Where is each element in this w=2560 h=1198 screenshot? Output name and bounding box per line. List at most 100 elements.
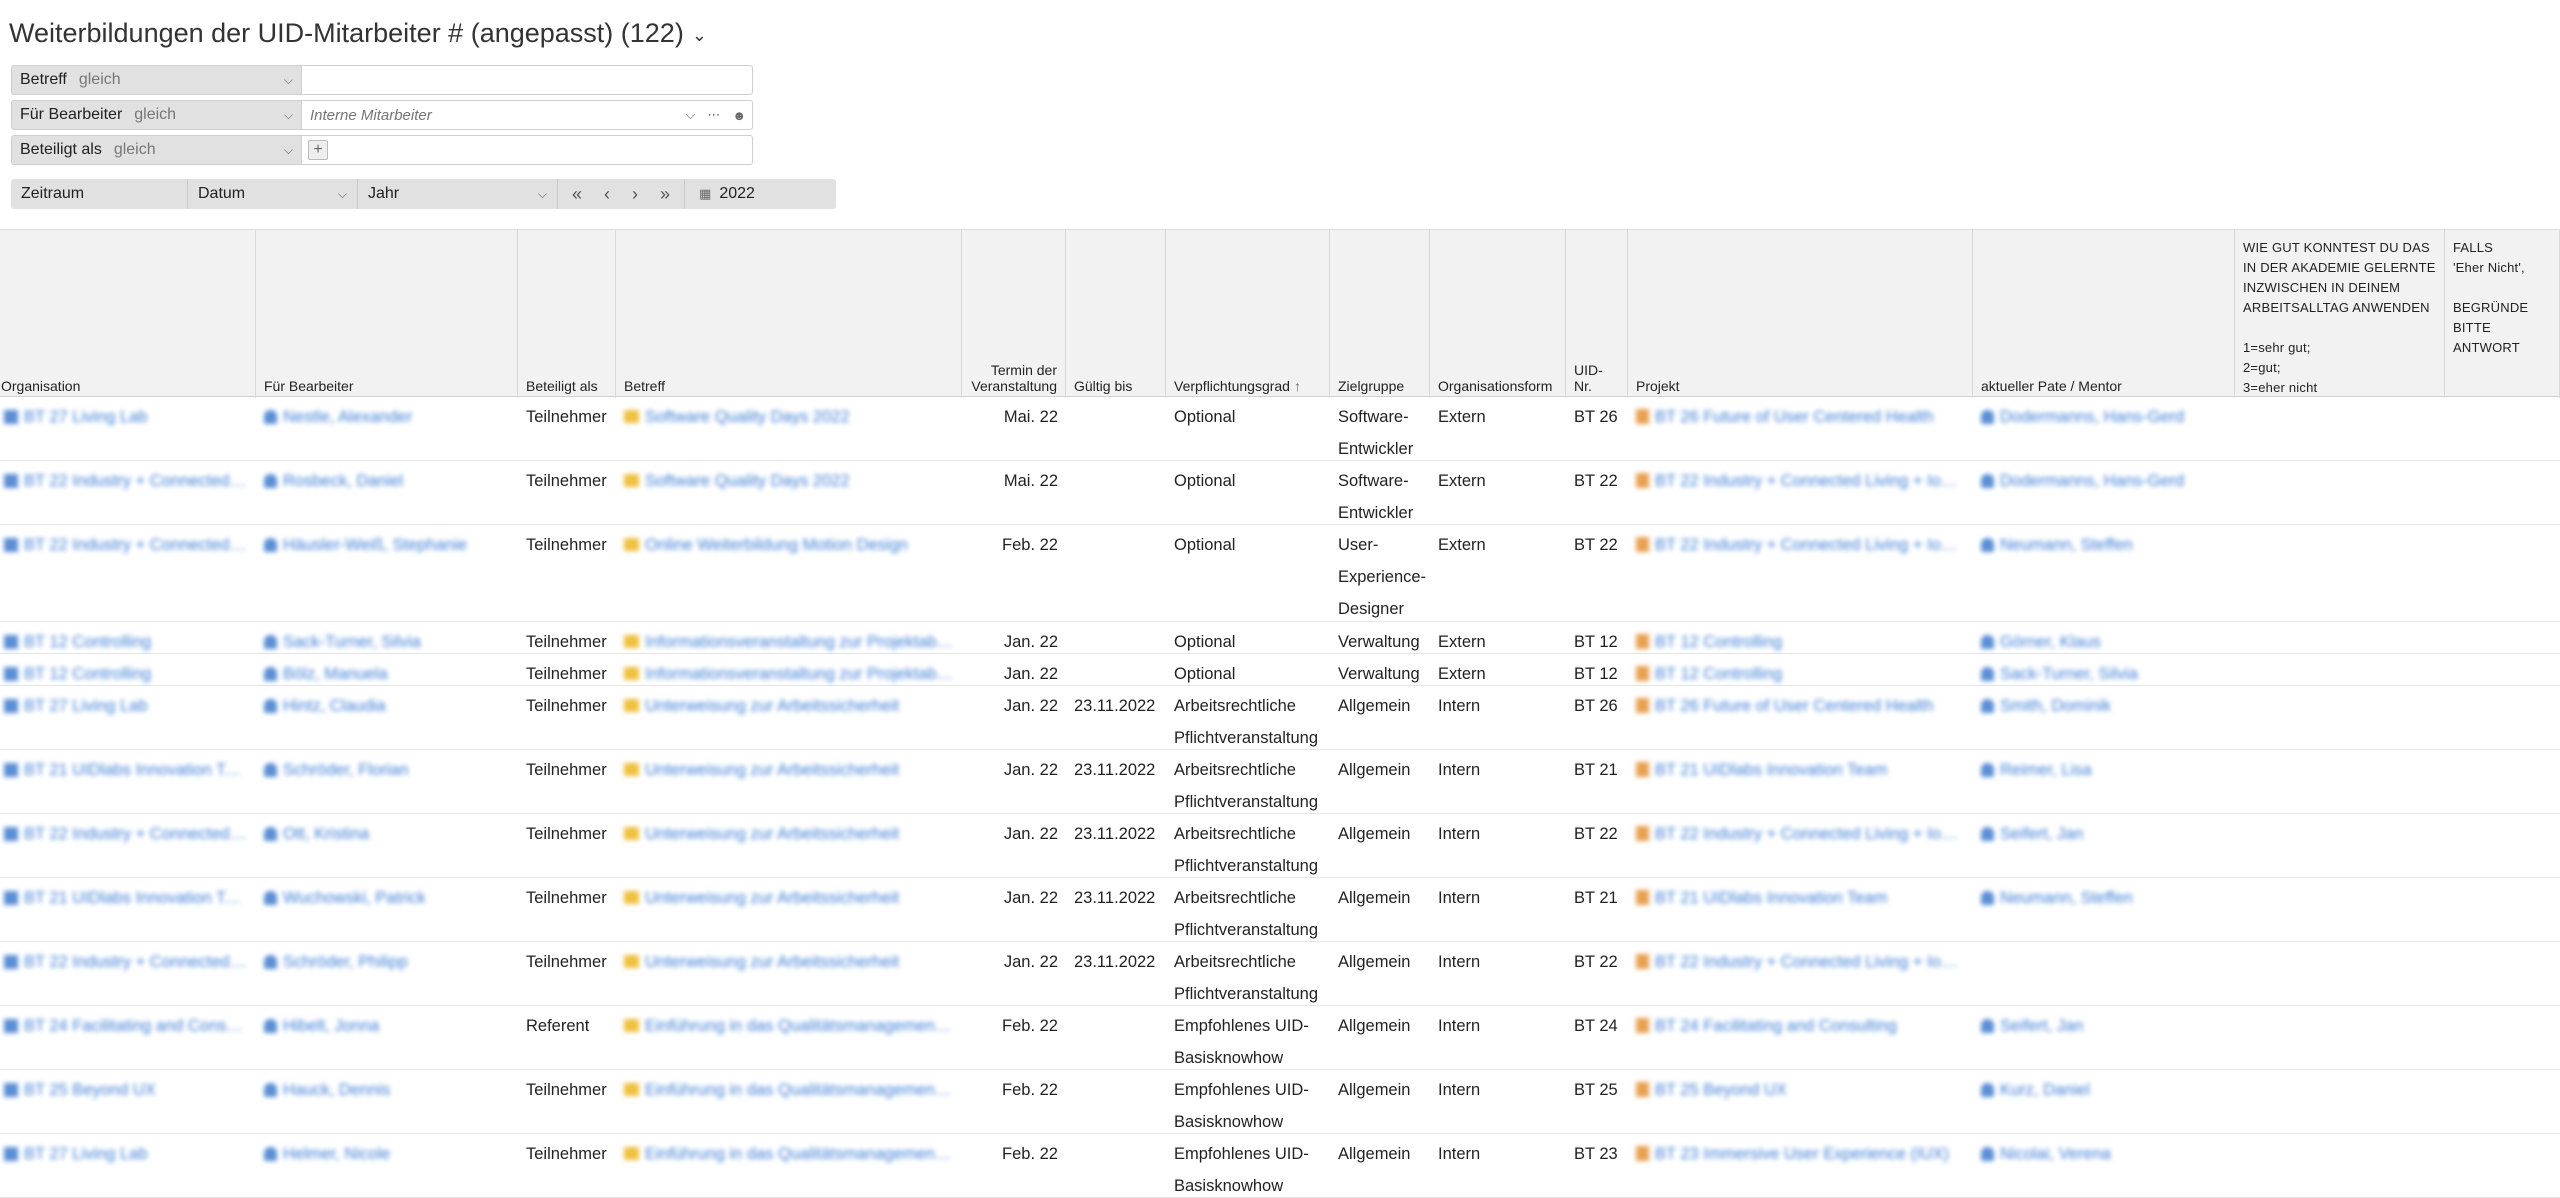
- column-header-zielgruppe[interactable]: Zielgruppe: [1330, 230, 1430, 398]
- cell-betreff[interactable]: Einführung in das Qualitätsmanagement UI…: [616, 1134, 962, 1198]
- table-row[interactable]: BT 22 Industry + Connected Living Schröde…: [0, 942, 2560, 1006]
- cell-organisation[interactable]: BT 12 Controlling: [0, 622, 256, 654]
- cell-betreff[interactable]: Unterweisung zur Arbeitssicherheit: [616, 750, 962, 814]
- cell-pate[interactable]: Neumann, Steffen: [1973, 878, 2235, 942]
- cell-pate[interactable]: Görner, Klaus: [1973, 622, 2235, 654]
- column-header-betreff[interactable]: Betreff: [616, 230, 962, 398]
- cell-bearbeiter[interactable]: Bölz, Manuela: [256, 654, 518, 686]
- cell-bearbeiter[interactable]: Sack-Turner, Silvia: [256, 622, 518, 654]
- cell-bearbeiter[interactable]: Rosbeck, Daniel: [256, 461, 518, 525]
- cell-organisation[interactable]: BT 21 UIDlabs Innovation Team: [0, 750, 256, 814]
- cell-bearbeiter[interactable]: Hintz, Claudia: [256, 686, 518, 750]
- filter-value-input[interactable]: [308, 105, 674, 125]
- table-row[interactable]: BT 27 Living Lab Nestle, Alexander Teilneh…: [0, 397, 2560, 461]
- sort-ascending-icon[interactable]: ↑: [1294, 378, 1301, 394]
- table-row[interactable]: BT 12 Controlling Bölz, Manuela Teilnehmer…: [0, 654, 2560, 686]
- column-header-beteiligt[interactable]: Beteiligt als: [518, 230, 616, 398]
- table-row[interactable]: BT 12 Controlling Sack-Turner, Silvia Teil…: [0, 622, 2560, 654]
- cell-organisation[interactable]: BT 22 Industry + Connected Living: [0, 814, 256, 878]
- table-row[interactable]: BT 22 Industry + Connected Living Rosbeck…: [0, 461, 2560, 525]
- column-header-frage2[interactable]: FALLS 'Eher Nicht', BEGRÜNDE BITTE ANTWO…: [2445, 230, 2560, 398]
- filter-value-input[interactable]: [308, 70, 746, 90]
- chevron-down-icon[interactable]: ⌵: [685, 107, 695, 123]
- cell-bearbeiter[interactable]: Ott, Kristina: [256, 814, 518, 878]
- cell-pate[interactable]: Seifert, Jan: [1973, 1006, 2235, 1070]
- cell-organisation[interactable]: BT 22 Industry + Connected Living: [0, 525, 256, 622]
- column-header-uid[interactable]: UID-Nr.: [1566, 230, 1628, 398]
- cell-pate[interactable]: Neumann, Steffen: [1973, 525, 2235, 622]
- cell-betreff[interactable]: Software Quality Days 2022: [616, 461, 962, 525]
- cell-projekt[interactable]: BT 21 UIDlabs Innovation Team: [1628, 878, 1973, 942]
- cell-pate[interactable]: Sack-Turner, Silvia: [1973, 654, 2235, 686]
- filter-operator-select[interactable]: Betreff gleich ⌵: [11, 65, 301, 95]
- table-row[interactable]: BT 25 Beyond UX Hauck, Dennis Teilnehmer Ei…: [0, 1070, 2560, 1134]
- first-page-icon[interactable]: «: [572, 184, 582, 205]
- cell-organisation[interactable]: BT 12 Controlling: [0, 654, 256, 686]
- cell-bearbeiter[interactable]: Häusler-Weiß, Stephanie: [256, 525, 518, 622]
- cell-pate[interactable]: Seifert, Jan: [1973, 814, 2235, 878]
- previous-icon[interactable]: ‹: [604, 184, 610, 205]
- chevron-down-icon[interactable]: ⌄: [692, 25, 707, 46]
- user-picker-icon[interactable]: ☻: [732, 108, 746, 123]
- table-row[interactable]: BT 21 UIDlabs Innovation Team Wuchowski, …: [0, 878, 2560, 942]
- period-unit-select[interactable]: Jahr ⌵: [358, 179, 558, 209]
- cell-betreff[interactable]: Unterweisung zur Arbeitssicherheit: [616, 878, 962, 942]
- cell-organisation[interactable]: BT 22 Industry + Connected Living: [0, 942, 256, 1006]
- cell-organisation[interactable]: BT 21 UIDlabs Innovation Team: [0, 878, 256, 942]
- table-row[interactable]: BT 27 Living Lab Helmer, Nicole Teilnehmer…: [0, 1134, 2560, 1198]
- cell-projekt[interactable]: BT 12 Controlling: [1628, 654, 1973, 686]
- column-header-gueltig[interactable]: Gültig bis: [1066, 230, 1166, 398]
- cell-bearbeiter[interactable]: Nestle, Alexander: [256, 397, 518, 461]
- cell-pate[interactable]: [1973, 942, 2235, 1006]
- cell-betreff[interactable]: Unterweisung zur Arbeitssicherheit: [616, 686, 962, 750]
- table-row[interactable]: BT 21 UIDlabs Innovation Team Schröder, F…: [0, 750, 2560, 814]
- cell-betreff[interactable]: Informationsveranstaltung zur Projektabr…: [616, 654, 962, 686]
- cell-organisation[interactable]: BT 27 Living Lab: [0, 397, 256, 461]
- cell-betreff[interactable]: Unterweisung zur Arbeitssicherheit: [616, 942, 962, 1006]
- cell-projekt[interactable]: BT 21 UIDlabs Innovation Team: [1628, 750, 1973, 814]
- cell-pate[interactable]: Smith, Dominik: [1973, 686, 2235, 750]
- add-value-icon[interactable]: +: [308, 140, 328, 160]
- last-page-icon[interactable]: »: [660, 184, 670, 205]
- column-header-frage1[interactable]: WIE GUT KONNTEST DU DAS IN DER AKADEMIE …: [2235, 230, 2445, 398]
- cell-pate[interactable]: Dodermanns, Hans-Gerd: [1973, 397, 2235, 461]
- table-row[interactable]: BT 27 Living Lab Hintz, Claudia Teilnehmer…: [0, 686, 2560, 750]
- cell-projekt[interactable]: BT 24 Facilitating and Consulting: [1628, 1006, 1973, 1070]
- period-year-button[interactable]: ▦ 2022: [685, 179, 769, 209]
- table-row[interactable]: BT 24 Facilitating and Consulting Hibelt,…: [0, 1006, 2560, 1070]
- filter-operator-select[interactable]: Beteiligt als gleich ⌵: [11, 135, 301, 165]
- column-header-orgform[interactable]: Organisationsform: [1430, 230, 1566, 398]
- table-row[interactable]: BT 22 Industry + Connected Living Häusler…: [0, 525, 2560, 622]
- column-header-organisation[interactable]: Organisation: [0, 230, 256, 398]
- cell-betreff[interactable]: Informationsveranstaltung zur Projektabr…: [616, 622, 962, 654]
- cell-pate[interactable]: Nicolai, Verena: [1973, 1134, 2235, 1198]
- cell-bearbeiter[interactable]: Wuchowski, Patrick: [256, 878, 518, 942]
- more-options-icon[interactable]: ⋯: [707, 107, 720, 123]
- cell-organisation[interactable]: BT 27 Living Lab: [0, 686, 256, 750]
- cell-bearbeiter[interactable]: Schröder, Philipp: [256, 942, 518, 1006]
- cell-betreff[interactable]: Unterweisung zur Arbeitssicherheit: [616, 814, 962, 878]
- cell-pate[interactable]: Reimer, Lisa: [1973, 750, 2235, 814]
- cell-betreff[interactable]: Einführung in das Qualitätsmanagement UI…: [616, 1006, 962, 1070]
- cell-betreff[interactable]: Einführung in das Qualitätsmanagement UI…: [616, 1070, 962, 1134]
- column-header-projekt[interactable]: Projekt: [1628, 230, 1973, 398]
- cell-pate[interactable]: Dodermanns, Hans-Gerd: [1973, 461, 2235, 525]
- column-header-bearbeiter[interactable]: Für Bearbeiter: [256, 230, 518, 398]
- filter-operator-select[interactable]: Für Bearbeiter gleich ⌵: [11, 100, 301, 130]
- cell-organisation[interactable]: BT 27 Living Lab: [0, 1134, 256, 1198]
- column-header-verpflichtung[interactable]: Verpflichtungsgrad ↑: [1166, 230, 1330, 398]
- period-field-select[interactable]: Datum ⌵: [188, 179, 358, 209]
- cell-pate[interactable]: Kurz, Daniel: [1973, 1070, 2235, 1134]
- cell-projekt[interactable]: BT 22 Industry + Connected Living + IoT …: [1628, 525, 1973, 622]
- cell-projekt[interactable]: BT 22 Industry + Connected Living + IoT …: [1628, 942, 1973, 1006]
- table-row[interactable]: BT 22 Industry + Connected Living Ott, Kr…: [0, 814, 2560, 878]
- cell-organisation[interactable]: BT 24 Facilitating and Consulting: [0, 1006, 256, 1070]
- cell-projekt[interactable]: BT 23 Immersive User Experience (IUX): [1628, 1134, 1973, 1198]
- cell-projekt[interactable]: BT 12 Controlling: [1628, 622, 1973, 654]
- cell-bearbeiter[interactable]: Hibelt, Jonna: [256, 1006, 518, 1070]
- cell-organisation[interactable]: BT 25 Beyond UX: [0, 1070, 256, 1134]
- cell-bearbeiter[interactable]: Helmer, Nicole: [256, 1134, 518, 1198]
- column-header-termin[interactable]: Termin der Veranstaltung: [962, 230, 1066, 398]
- cell-projekt[interactable]: BT 22 Industry + Connected Living + IoT …: [1628, 461, 1973, 525]
- cell-projekt[interactable]: BT 22 Industry + Connected Living + IoT …: [1628, 814, 1973, 878]
